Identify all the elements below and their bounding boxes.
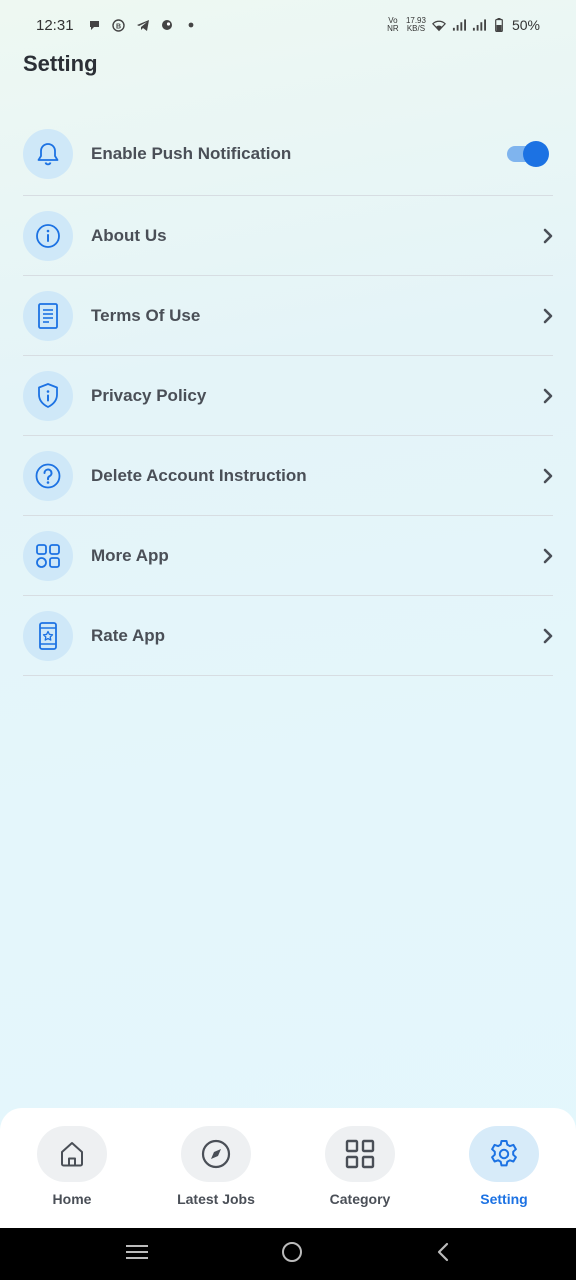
bell-icon [23, 128, 73, 179]
battery-icon [492, 18, 506, 32]
phone-star-icon [23, 610, 73, 661]
system-navigation-bar [0, 1228, 576, 1280]
back-system-button[interactable] [435, 1241, 451, 1268]
setting-label: Terms Of Use [91, 305, 201, 325]
category-grid-icon [325, 1126, 395, 1182]
grid-icon [23, 530, 73, 581]
setting-row-delete-account[interactable]: Delete Account Instruction [23, 436, 553, 516]
info-icon [23, 210, 73, 261]
setting-row-privacy-policy[interactable]: Privacy Policy [23, 356, 553, 436]
setting-row-about-us[interactable]: About Us [23, 196, 553, 276]
status-time: 12:31 [36, 16, 74, 34]
chevron-right-icon [541, 227, 555, 245]
recent-apps-button[interactable] [125, 1243, 149, 1266]
wifi-icon [431, 18, 446, 32]
network-type: Vo NR [387, 16, 399, 33]
setting-row-terms-of-use[interactable]: Terms Of Use [23, 276, 553, 356]
settings-list: Enable Push Notification About Us Terms … [23, 112, 553, 676]
compass-icon [181, 1126, 251, 1182]
shield-icon [23, 370, 73, 421]
setting-label: Rate App [91, 625, 165, 645]
setting-label: About Us [91, 225, 167, 245]
page-title: Setting [23, 51, 98, 76]
signal-icon-2 [472, 18, 486, 32]
setting-label: Delete Account Instruction [91, 465, 307, 485]
setting-row-push-notification[interactable]: Enable Push Notification [23, 112, 553, 196]
nav-category[interactable]: Category [300, 1126, 420, 1207]
chevron-right-icon [541, 387, 555, 405]
battery-level: 50% [511, 17, 540, 33]
speed-unit: KB/S [406, 24, 426, 33]
home-system-button[interactable] [280, 1240, 304, 1269]
nav-label: Home [52, 1191, 92, 1207]
b-circle-icon: B [112, 18, 126, 32]
setting-label: Privacy Policy [91, 385, 207, 405]
chat-bubble-icon [88, 18, 102, 32]
status-left: 12:31 B [36, 17, 198, 34]
toggle-knob [523, 140, 549, 167]
setting-row-more-app[interactable]: More App [23, 516, 553, 596]
nav-setting[interactable]: Setting [444, 1126, 564, 1207]
setting-label: Enable Push Notification [91, 143, 292, 163]
network-speed: 17.93 KB/S [406, 17, 426, 33]
gear-icon [469, 1126, 539, 1182]
notification-dot-icon [184, 18, 198, 32]
setting-label: More App [91, 545, 169, 565]
chevron-right-icon [541, 467, 555, 485]
nav-latest-jobs[interactable]: Latest Jobs [156, 1126, 276, 1207]
status-right: Vo NR 17.93 KB/S 50% [386, 16, 540, 34]
chevron-right-icon [541, 627, 555, 645]
question-icon [23, 450, 73, 501]
nav-home[interactable]: Home [12, 1126, 132, 1207]
chevron-right-icon [541, 547, 555, 565]
nav-label: Setting [480, 1191, 528, 1207]
chevron-right-icon [541, 307, 555, 325]
nav-label: Latest Jobs [177, 1191, 255, 1207]
home-icon [37, 1126, 107, 1182]
document-icon [23, 290, 73, 341]
telegram-icon [136, 18, 150, 32]
signal-icon-1 [452, 18, 466, 32]
app-circle-icon [160, 18, 174, 32]
push-notification-toggle[interactable] [507, 140, 549, 167]
nav-label: Category [329, 1191, 391, 1207]
bottom-navigation: Home Latest Jobs Category Setting [0, 1108, 576, 1228]
svg-text:B: B [116, 23, 121, 30]
status-bar: 12:31 B Vo NR 17.93 KB/S 50% [0, 0, 576, 50]
setting-row-rate-app[interactable]: Rate App [23, 596, 553, 676]
